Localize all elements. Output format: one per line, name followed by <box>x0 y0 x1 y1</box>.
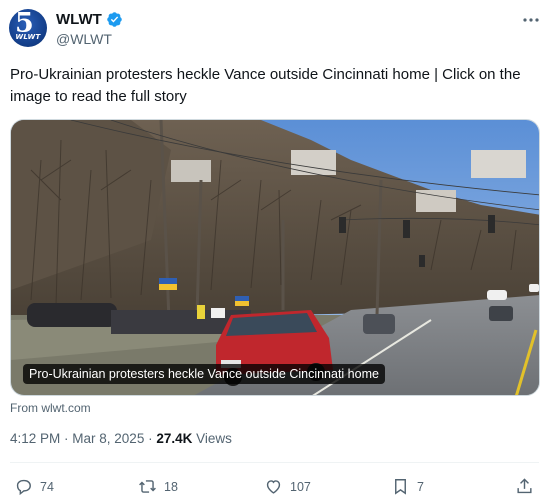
meta-separator: · <box>144 431 157 446</box>
like-icon <box>266 480 281 494</box>
avatar[interactable]: 5 WLWT <box>9 9 47 47</box>
tweet-time[interactable]: 4:12 PM <box>10 431 60 446</box>
share-icon <box>517 478 532 494</box>
reply-icon <box>16 479 31 496</box>
divider <box>10 462 539 463</box>
like-count: 107 <box>290 479 311 494</box>
reply-count: 74 <box>40 479 54 494</box>
like-button[interactable]: 107 <box>264 477 311 496</box>
bookmark-count: 7 <box>417 479 424 494</box>
handle[interactable]: @WLWT <box>56 31 112 47</box>
author-name-row: WLWT <box>56 11 123 28</box>
display-name[interactable]: WLWT <box>56 11 102 28</box>
protest-photo <box>11 120 539 395</box>
link-source[interactable]: From wlwt.com <box>10 401 91 415</box>
repost-button[interactable]: 18 <box>138 477 178 496</box>
verified-icon <box>107 12 122 27</box>
reply-button[interactable]: 74 <box>14 477 54 496</box>
media-image[interactable]: Pro-Ukrainian protesters heckle Vance ou… <box>10 119 540 396</box>
repost-icon <box>139 480 156 493</box>
avatar-logo-text: WLWT <box>15 33 41 41</box>
tweet-date[interactable]: Mar 8, 2025 <box>72 431 144 446</box>
views-label: Views <box>192 431 232 446</box>
bookmark-icon <box>395 479 406 495</box>
tweet-text: Pro-Ukrainian protesters heckle Vance ou… <box>10 66 521 105</box>
share-button[interactable] <box>515 477 534 496</box>
more-icon[interactable] <box>522 14 540 26</box>
repost-count: 18 <box>164 479 178 494</box>
meta-separator: · <box>60 431 73 446</box>
media-caption: Pro-Ukrainian protesters heckle Vance ou… <box>23 364 385 384</box>
bookmark-button[interactable]: 7 <box>391 477 424 496</box>
views-count: 27.4K <box>156 431 193 446</box>
tweet-meta: 4:12 PM · Mar 8, 2025 · 27.4K Views <box>10 431 232 446</box>
